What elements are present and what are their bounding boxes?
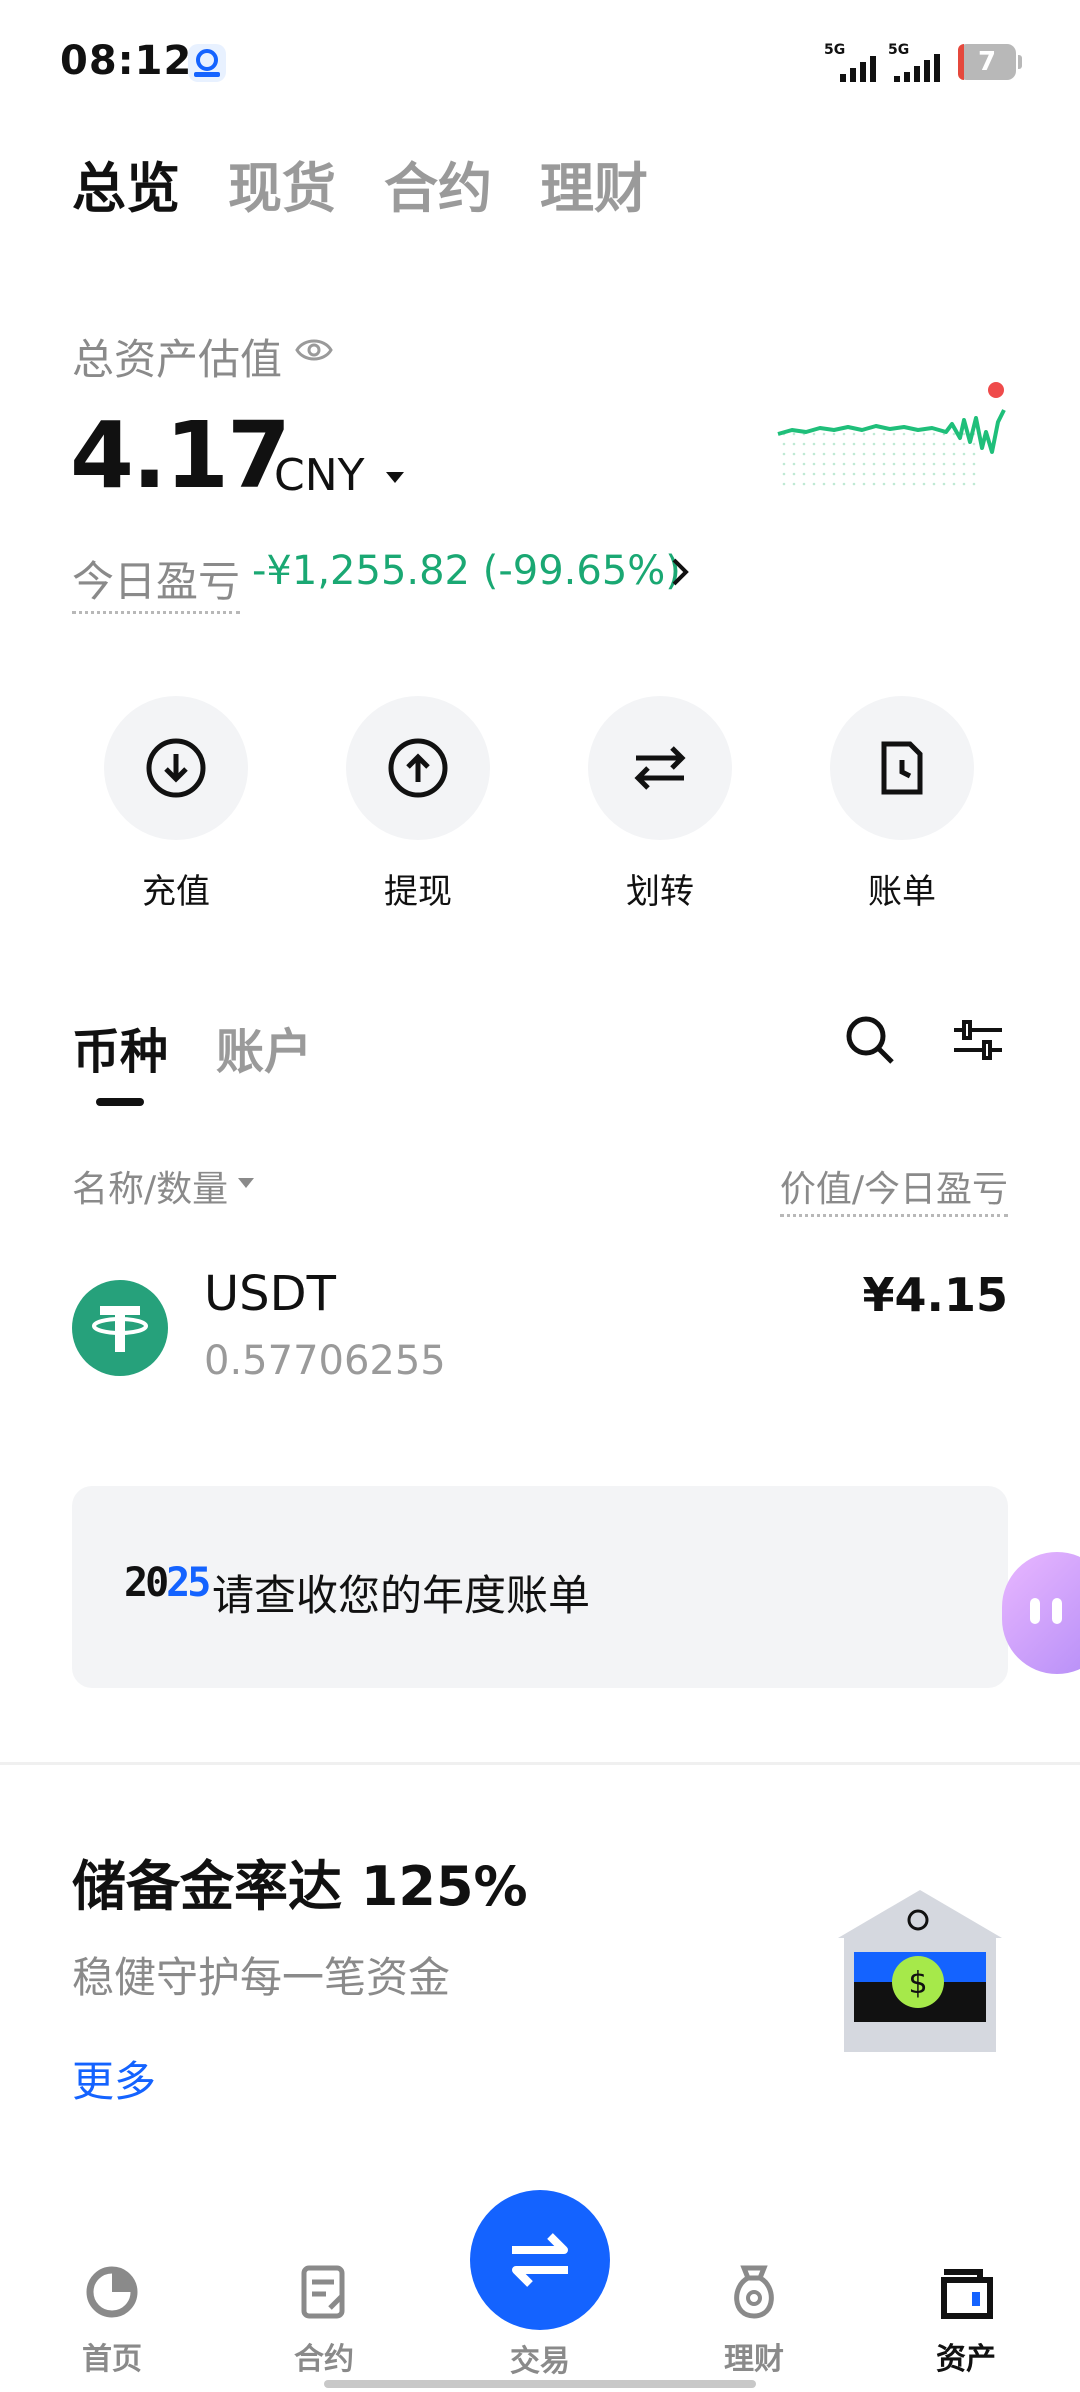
transfer-label: 划转 <box>626 872 694 912</box>
bank-vault-icon: $ <box>836 1886 1004 2062</box>
wallet-icon <box>941 2269 993 2319</box>
nav-assets[interactable]: 资产 <box>896 2262 1036 2378</box>
upload-icon <box>388 738 448 798</box>
deposit-label: 充值 <box>142 872 210 912</box>
withdraw-button[interactable]: 提现 <box>346 696 490 913</box>
battery-indicator: 7 <box>958 44 1022 80</box>
annual-bill-text[interactable]: 请查收您的年度账单 <box>212 1562 590 1623</box>
svg-text:5G: 5G <box>824 42 845 58</box>
total-asset-amount: 4.17 <box>70 402 291 509</box>
today-pnl-value[interactable]: -¥1,255.82 (-99.65%) <box>252 548 681 594</box>
nav-assets-label: 资产 <box>936 2342 996 2377</box>
asset-sparkline-chart[interactable] <box>772 372 1012 496</box>
trade-icon <box>512 2233 568 2287</box>
caret-down-icon[interactable] <box>386 472 404 483</box>
deposit-button[interactable]: 充值 <box>104 696 248 913</box>
app-notification-icon <box>188 44 226 82</box>
asset-name[interactable]: USDT <box>204 1266 336 1322</box>
home-icon <box>86 2266 138 2318</box>
usdt-logo-icon <box>72 1280 168 1376</box>
bill-button[interactable]: 账单 <box>830 696 974 913</box>
status-time: 08:12 <box>60 38 193 84</box>
nav-finance-label: 理财 <box>724 2342 784 2377</box>
column-value-pnl[interactable]: 价值/今日盈亏 <box>779 1160 1008 1217</box>
year-suffix: 25 <box>166 1560 211 1606</box>
search-icon[interactable] <box>842 1012 898 1072</box>
nav-trade-button[interactable] <box>470 2190 610 2330</box>
currency-selector[interactable]: CNY <box>274 450 365 501</box>
sort-caret-icon[interactable] <box>238 1178 254 1188</box>
nav-trade-label[interactable]: 交易 <box>470 2336 610 2380</box>
tab-coins[interactable]: 币种 <box>72 1012 168 1082</box>
signal-icon: 5G <box>824 40 888 88</box>
withdraw-label: 提现 <box>384 872 452 912</box>
chevron-right-icon[interactable] <box>668 552 692 602</box>
reserve-more-link[interactable]: 更多 <box>72 2048 156 2109</box>
contract-icon <box>301 2265 345 2319</box>
reserve-subtitle: 稳健守护每一笔资金 <box>72 1953 451 2002</box>
assistant-bot-icon[interactable] <box>1002 1552 1080 1674</box>
reserve-ratio-title: 储备金率达 125% <box>72 1855 528 1918</box>
nav-finance[interactable]: 理财 <box>684 2262 824 2378</box>
tab-accounts[interactable]: 账户 <box>216 1012 312 1082</box>
svg-text:5G: 5G <box>888 42 909 58</box>
column-name-quantity[interactable]: 名称/数量 <box>72 1160 228 1212</box>
svg-text:$: $ <box>908 1966 927 2001</box>
nav-contract[interactable]: 合约 <box>254 2262 394 2378</box>
nav-contract-label: 合约 <box>294 2342 354 2377</box>
tab-overview[interactable]: 总览 <box>72 144 180 223</box>
asset-value: ¥4.15 <box>862 1268 1008 1322</box>
year-prefix: 20 <box>124 1560 169 1606</box>
tab-earn[interactable]: 理财 <box>540 144 648 223</box>
total-asset-label: 总资产估值 <box>72 335 283 384</box>
asset-quantity: 0.57706255 <box>204 1338 446 1384</box>
active-tab-indicator <box>96 1098 144 1106</box>
nav-home-label: 首页 <box>82 2342 142 2377</box>
filter-icon[interactable] <box>950 1012 1006 1072</box>
finance-icon <box>734 2265 774 2319</box>
nav-home[interactable]: 首页 <box>42 2262 182 2378</box>
bill-icon <box>881 741 923 795</box>
transfer-icon <box>634 746 686 790</box>
section-divider <box>0 1762 1080 1765</box>
bill-label: 账单 <box>868 872 936 912</box>
signal-icon-2: 5G <box>888 40 952 88</box>
download-icon <box>146 738 206 798</box>
today-pnl-label[interactable]: 今日盈亏 <box>72 548 241 614</box>
tab-futures[interactable]: 合约 <box>384 144 492 223</box>
transfer-button[interactable]: 划转 <box>588 696 732 913</box>
tab-spot[interactable]: 现货 <box>228 144 336 223</box>
year-2025-logo: 2025 <box>124 1560 211 1606</box>
eye-icon[interactable] <box>294 334 334 370</box>
home-indicator[interactable] <box>324 2380 756 2388</box>
